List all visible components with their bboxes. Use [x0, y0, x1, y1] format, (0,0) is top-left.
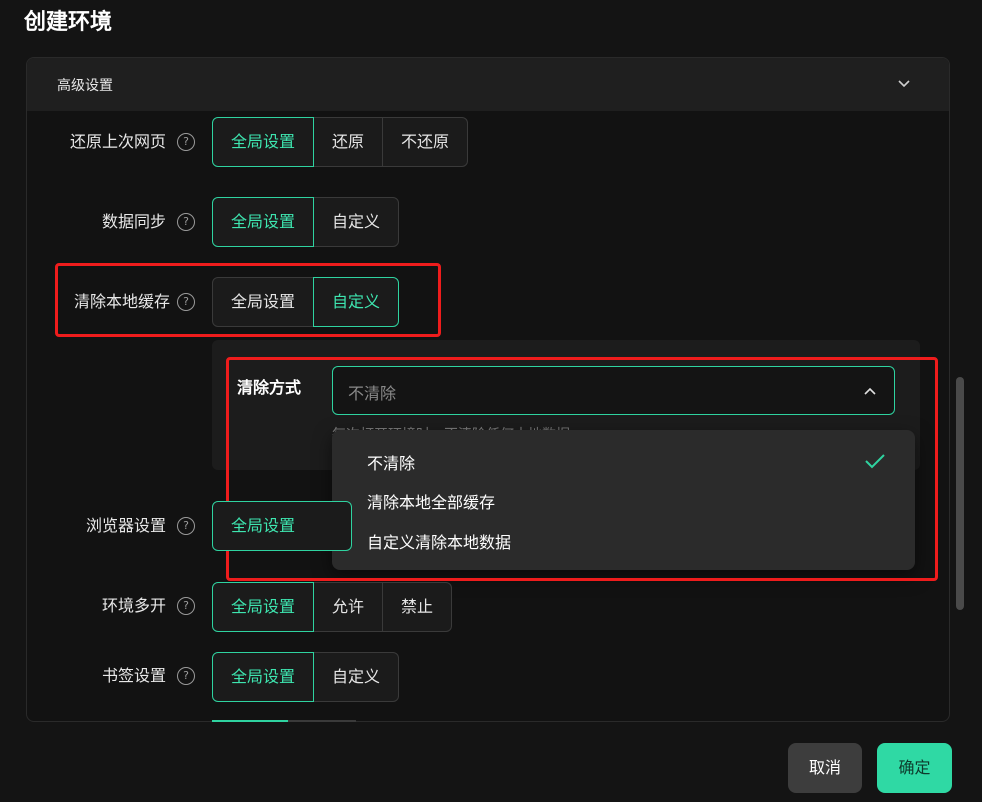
bookmark-settings-segmented: 全局设置 自定义	[212, 652, 400, 702]
bookmark-custom-option[interactable]: 自定义	[313, 652, 400, 702]
data-sync-custom-option[interactable]: 自定义	[313, 197, 400, 247]
scrollbar-thumb[interactable]	[956, 377, 964, 610]
browser-settings-segmented: 全局设置	[212, 501, 352, 551]
data-sync-global-option[interactable]: 全局设置	[212, 197, 315, 247]
partial-segment-active	[212, 720, 288, 722]
multi-open-forbid-option[interactable]: 禁止	[382, 582, 453, 632]
help-icon[interactable]: ?	[177, 133, 195, 151]
clear-cache-custom-option[interactable]: 自定义	[313, 277, 400, 327]
next-row-segmented-partial	[212, 720, 356, 722]
cancel-button[interactable]: 取消	[788, 743, 862, 793]
restore-global-option[interactable]: 全局设置	[212, 117, 315, 167]
help-icon[interactable]: ?	[177, 517, 195, 535]
restore-last-page-segmented: 全局设置 还原 不还原	[212, 117, 469, 167]
advanced-settings-header[interactable]: 高级设置	[27, 58, 949, 111]
bookmark-settings-label: 书签设置	[101, 666, 166, 685]
multi-open-label: 环境多开	[101, 596, 166, 615]
data-sync-label: 数据同步	[101, 212, 166, 231]
browser-global-option[interactable]: 全局设置	[212, 501, 352, 551]
partial-segment	[288, 720, 356, 722]
no-restore-option[interactable]: 不还原	[382, 117, 469, 167]
restore-last-page-label: 还原上次网页	[69, 132, 166, 151]
multi-open-segmented: 全局设置 允许 禁止	[212, 582, 453, 632]
chevron-down-icon[interactable]	[897, 76, 911, 90]
confirm-button[interactable]: 确定	[877, 743, 952, 793]
multi-open-global-option[interactable]: 全局设置	[212, 582, 315, 632]
advanced-settings-title: 高级设置	[57, 78, 113, 94]
help-icon[interactable]: ?	[177, 597, 195, 615]
help-icon[interactable]: ?	[177, 213, 195, 231]
help-icon[interactable]: ?	[177, 667, 195, 685]
restore-option[interactable]: 还原	[313, 117, 384, 167]
page-title: 创建环境	[24, 10, 113, 35]
data-sync-segmented: 全局设置 自定义	[212, 197, 400, 247]
bookmark-global-option[interactable]: 全局设置	[212, 652, 315, 702]
multi-open-allow-option[interactable]: 允许	[313, 582, 384, 632]
browser-settings-label: 浏览器设置	[85, 516, 166, 535]
